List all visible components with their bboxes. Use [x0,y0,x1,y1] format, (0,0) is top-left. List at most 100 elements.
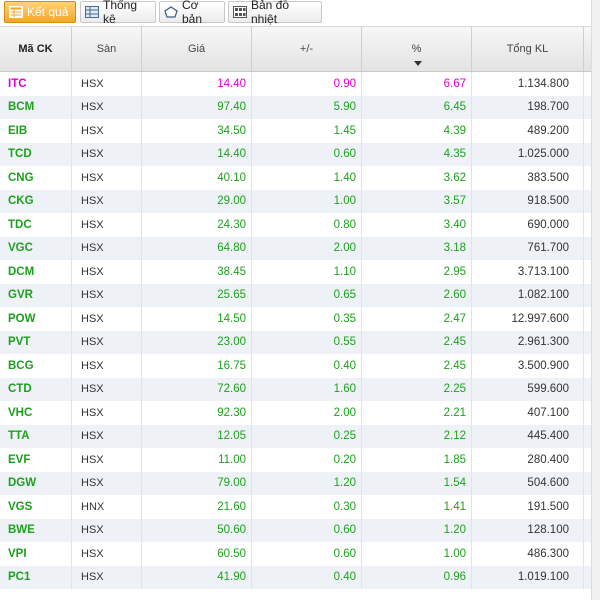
cell-price: 14.40 [142,72,252,96]
cell-price: 34.50 [142,119,252,143]
cell-pct: 1.41 [362,495,472,519]
cell-price: 50.60 [142,518,252,542]
table-row[interactable]: CNG HSX 40.10 1.40 3.62 383.500 [0,166,600,190]
cell-change: 1.20 [252,471,362,495]
cell-code: TTA [0,424,72,448]
tab-results[interactable]: Kết quả [4,1,76,23]
cell-code: TDC [0,213,72,237]
cell-code: PC1 [0,565,72,589]
cell-volume: 1.134.800 [472,72,584,96]
cell-exchange: HSX [72,330,142,354]
cell-price: 14.40 [142,142,252,166]
table-row[interactable]: PC1 HSX 41.90 0.40 0.96 1.019.100 [0,565,600,589]
table-row[interactable]: TCD HSX 14.40 0.60 4.35 1.025.000 [0,142,600,166]
cell-code: DCM [0,260,72,284]
cell-exchange: HSX [72,354,142,378]
cell-price: 23.00 [142,330,252,354]
column-header-price-label: Giá [187,43,206,55]
table-row[interactable]: DCM HSX 38.45 1.10 2.95 3.713.100 [0,260,600,284]
table-row[interactable]: BWE HSX 50.60 0.60 1.20 128.100 [0,518,600,542]
cell-pct: 3.62 [362,166,472,190]
table-row[interactable]: EVF HSX 11.00 0.20 1.85 280.400 [0,448,600,472]
cell-change: 0.60 [252,142,362,166]
cell-volume: 280.400 [472,448,584,472]
cell-pct: 1.00 [362,542,472,566]
cell-price: 21.60 [142,495,252,519]
cell-pct: 2.45 [362,354,472,378]
cell-change: 2.00 [252,401,362,425]
cell-code: BWE [0,518,72,542]
cell-pct: 3.40 [362,213,472,237]
cell-volume: 198.700 [472,95,584,119]
table-row[interactable]: CTD HSX 72.60 1.60 2.25 599.600 [0,377,600,401]
table-row[interactable]: VGS HNX 21.60 0.30 1.41 191.500 [0,495,600,519]
cell-price: 79.00 [142,471,252,495]
table-row[interactable]: CKG HSX 29.00 1.00 3.57 918.500 [0,189,600,213]
table-row[interactable]: VPI HSX 60.50 0.60 1.00 486.300 [0,542,600,566]
column-header-code[interactable]: Mã CK [0,27,72,71]
cell-volume: 489.200 [472,119,584,143]
table-icon [9,6,23,18]
table-row[interactable]: VGC HSX 64.80 2.00 3.18 761.700 [0,236,600,260]
table-row[interactable]: DGW HSX 79.00 1.20 1.54 504.600 [0,471,600,495]
column-header-exchange[interactable]: Sàn [72,27,142,71]
cell-price: 38.45 [142,260,252,284]
cell-price: 60.50 [142,542,252,566]
table-row[interactable]: TDC HSX 24.30 0.80 3.40 690.000 [0,213,600,237]
cell-code: PVT [0,330,72,354]
cell-price: 41.90 [142,565,252,589]
cell-price: 29.00 [142,189,252,213]
table-row[interactable]: PVT HSX 23.00 0.55 2.45 2.961.300 [0,330,600,354]
cell-volume: 918.500 [472,189,584,213]
column-header-price[interactable]: Giá [142,27,252,71]
cell-code: CTD [0,377,72,401]
cell-change: 0.40 [252,565,362,589]
cell-exchange: HSX [72,307,142,331]
cell-exchange: HSX [72,518,142,542]
column-header-volume[interactable]: Tổng KL [472,27,584,71]
cell-code: ITC [0,72,72,96]
stats-grid-icon [85,6,99,18]
cell-code: BCG [0,354,72,378]
table-row[interactable]: TTA HSX 12.05 0.25 2.12 445.400 [0,424,600,448]
cell-volume: 504.600 [472,471,584,495]
cell-code: EIB [0,119,72,143]
cell-volume: 445.400 [472,424,584,448]
cell-pct: 4.35 [362,142,472,166]
cell-volume: 12.997.600 [472,307,584,331]
table-row[interactable]: BCG HSX 16.75 0.40 2.45 3.500.900 [0,354,600,378]
cell-price: 97.40 [142,95,252,119]
cell-code: GVR [0,283,72,307]
cell-volume: 383.500 [472,166,584,190]
column-header-change[interactable]: +/- [252,27,362,71]
cell-change: 0.30 [252,495,362,519]
cell-volume: 128.100 [472,518,584,542]
tab-heatmap[interactable]: Bản đồ nhiệt [228,0,322,26]
cell-change: 0.55 [252,330,362,354]
tab-fundamentals[interactable]: Cơ bản [159,0,225,26]
cell-volume: 1.019.100 [472,565,584,589]
table-row[interactable]: EIB HSX 34.50 1.45 4.39 489.200 [0,119,600,143]
cell-change: 1.60 [252,377,362,401]
cell-pct: 1.20 [362,518,472,542]
table-row[interactable]: ITC HSX 14.40 0.90 6.67 1.134.800 [0,72,600,96]
table-row[interactable]: POW HSX 14.50 0.35 2.47 12.997.600 [0,307,600,331]
tab-results-label: Kết quả [27,5,69,19]
table-row[interactable]: GVR HSX 25.65 0.65 2.60 1.082.100 [0,283,600,307]
tab-statistics[interactable]: Thống kê [80,0,156,26]
table-row[interactable]: BCM HSX 97.40 5.90 6.45 198.700 [0,95,600,119]
column-header-percent[interactable]: % [362,27,472,71]
cell-change: 0.25 [252,424,362,448]
cell-exchange: HSX [72,424,142,448]
cell-price: 92.30 [142,401,252,425]
vertical-scrollbar[interactable] [591,0,600,600]
table-row[interactable]: VHC HSX 92.30 2.00 2.21 407.100 [0,401,600,425]
cell-change: 0.40 [252,354,362,378]
cell-exchange: HSX [72,213,142,237]
cell-volume: 2.961.300 [472,330,584,354]
cell-price: 11.00 [142,448,252,472]
cell-change: 0.80 [252,213,362,237]
cell-pct: 6.67 [362,72,472,96]
cell-pct: 1.54 [362,471,472,495]
cell-price: 16.75 [142,354,252,378]
